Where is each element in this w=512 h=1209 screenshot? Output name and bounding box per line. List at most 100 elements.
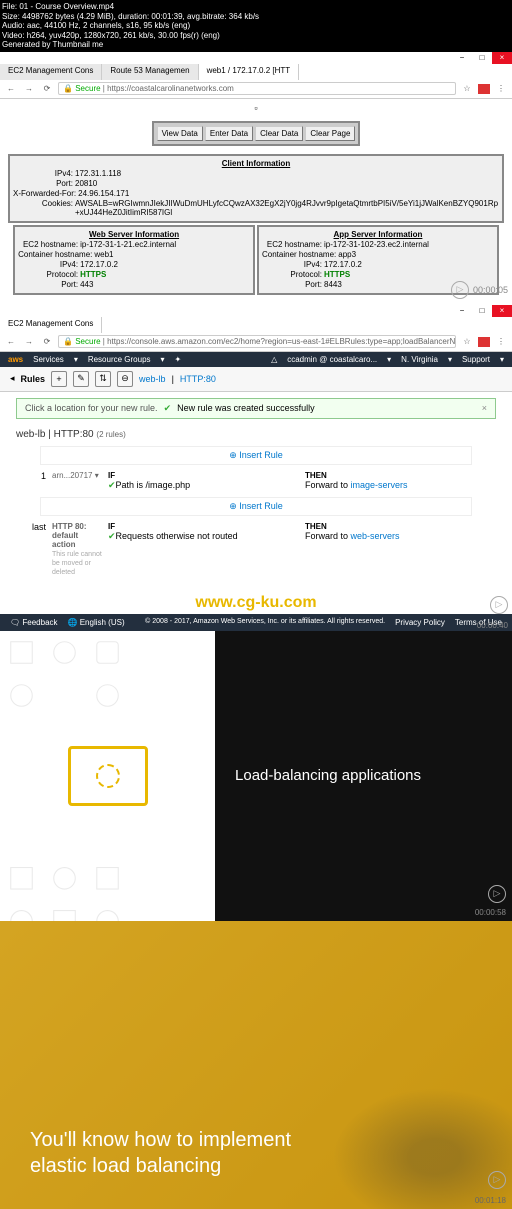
ec2-host-label: EC2 hostname:: [18, 240, 78, 249]
aws-navbar: aws Services ▾ Resource Groups ▾ ✦ △ ccadm…: [0, 352, 512, 367]
reorder-button[interactable]: ⇅: [95, 371, 111, 387]
protocol-value: HTTPS: [324, 270, 350, 279]
star-icon[interactable]: ☆: [460, 335, 474, 349]
laptop-graphic: [256, 1036, 512, 1209]
ipv4-label: IPv4:: [262, 260, 322, 269]
view-data-button[interactable]: View Data: [157, 126, 203, 141]
forward-icon[interactable]: →: [22, 82, 36, 96]
pin-icon[interactable]: ✦: [175, 355, 182, 364]
tab-web1[interactable]: web1 / 172.17.0.2 [HTT: [199, 64, 300, 80]
browser-window-1: − □ × EC2 Management Cons Route 53 Manag…: [0, 52, 512, 99]
tab-route53[interactable]: Route 53 Managemen: [102, 64, 198, 80]
minimize-button[interactable]: −: [452, 52, 472, 64]
enter-data-button[interactable]: Enter Data: [205, 126, 253, 141]
ipv4-value: 172.17.0.2: [80, 260, 118, 269]
rule-count: (2 rules): [96, 430, 125, 439]
edit-rule-button[interactable]: ✎: [73, 371, 89, 387]
rule-default-label: HTTP 80: default actionThis rule cannot …: [52, 522, 102, 576]
maximize-button[interactable]: □: [472, 305, 492, 317]
extension-icon[interactable]: [478, 84, 490, 94]
slide-load-balancing: Load-balancing applications ▷ 00:00:58: [0, 631, 512, 921]
slide-elastic-lb: You'll know how to implement elastic loa…: [0, 921, 512, 1209]
notice-text: New rule was created successfully: [177, 403, 315, 413]
play-overlay-icon[interactable]: ▷: [490, 596, 508, 614]
xf-value: 24.96.154.171: [78, 189, 129, 198]
rule-number: 1: [16, 471, 46, 491]
button-toolbar: View Data Enter Data Clear Data Clear Pa…: [152, 121, 361, 146]
back-button[interactable]: ◂: [10, 373, 15, 384]
port-value: 20810: [75, 179, 97, 188]
tab-ec2[interactable]: EC2 Management Cons: [0, 64, 102, 80]
then-label: THEN: [305, 522, 496, 531]
maximize-button[interactable]: □: [472, 52, 492, 64]
play-overlay-icon[interactable]: ▷: [488, 1171, 506, 1189]
forward-label: Forward to: [305, 531, 351, 541]
browser-window-2: − □ × EC2 Management Cons ← → ⟳ 🔒 Secure…: [0, 305, 512, 352]
forward-icon[interactable]: →: [22, 335, 36, 349]
rules-toolbar: ◂ Rules + ✎ ⇅ ⊖ web-lb | HTTP:80: [0, 367, 512, 392]
support-menu[interactable]: Support: [462, 355, 490, 364]
watermark: www.cg-ku.com: [0, 592, 512, 614]
back-icon[interactable]: ←: [4, 82, 18, 96]
region-menu[interactable]: N. Virginia: [401, 355, 438, 364]
cookies-value: AWSALB=wRGIwmnJIekJIIWuDmUHLyfcCQwzAX32E…: [75, 199, 499, 217]
feedback-link[interactable]: 🗨 Feedback: [10, 618, 58, 627]
add-rule-button[interactable]: +: [51, 371, 67, 387]
chevron-down-icon: ▾: [161, 355, 165, 364]
check-icon: ✔: [164, 403, 172, 414]
rule-arn: arn...20717 ▾: [52, 471, 102, 491]
tab-ec2[interactable]: EC2 Management Cons: [0, 317, 102, 333]
protocol-label: Protocol:: [18, 270, 78, 279]
insert-rule-button[interactable]: ⊕ Insert Rule: [40, 446, 472, 465]
secure-label: Secure: [75, 337, 100, 346]
address-bar[interactable]: 🔒 Secure | https://coastalcarolinanetwor…: [58, 82, 456, 95]
check-icon: ✔: [108, 480, 116, 490]
lb-name-link[interactable]: web-lb: [139, 374, 166, 384]
delete-button[interactable]: ⊖: [117, 371, 133, 387]
forward-label: Forward to: [305, 480, 351, 490]
resource-groups-menu[interactable]: Resource Groups: [88, 355, 151, 364]
language-link[interactable]: 🌐 English (US): [68, 618, 125, 627]
aws-footer: 🗨 Feedback 🌐 English (US) © 2008 - 2017,…: [0, 614, 512, 631]
play-overlay-icon[interactable]: ▷: [451, 281, 469, 299]
protocol-value: HTTPS: [80, 270, 106, 279]
monitor-icon: [68, 746, 148, 806]
user-menu[interactable]: ccadmin @ coastalcaro...: [287, 355, 377, 364]
close-button[interactable]: ×: [492, 52, 512, 64]
back-icon[interactable]: ←: [4, 335, 18, 349]
listener-name: web-lb | HTTP:80: [16, 429, 94, 440]
reload-icon[interactable]: ⟳: [40, 335, 54, 349]
play-overlay-icon[interactable]: ▷: [488, 885, 506, 903]
clear-data-button[interactable]: Clear Data: [255, 126, 303, 141]
lock-icon: 🔒: [63, 84, 73, 93]
meta-file: File: 01 - Course Overview.mp4: [2, 2, 510, 12]
extension-icon[interactable]: [478, 337, 490, 347]
if-label: IF: [108, 522, 299, 531]
aws-logo[interactable]: aws: [8, 355, 23, 364]
clear-page-button[interactable]: Clear Page: [305, 126, 355, 141]
minimize-button[interactable]: −: [452, 305, 472, 317]
menu-icon[interactable]: ⋮: [494, 335, 508, 349]
services-menu[interactable]: Services: [33, 355, 64, 364]
close-button[interactable]: ×: [492, 305, 512, 317]
cookies-label: Cookies:: [13, 199, 73, 217]
slide-title: Load-balancing applications: [235, 767, 421, 784]
address-bar[interactable]: 🔒 Secure | https://console.aws.amazon.co…: [58, 335, 456, 348]
reload-icon[interactable]: ⟳: [40, 82, 54, 96]
menu-icon[interactable]: ⋮: [494, 82, 508, 96]
privacy-link[interactable]: Privacy Policy: [395, 618, 445, 627]
chevron-down-icon: ▾: [500, 355, 504, 364]
star-icon[interactable]: ☆: [460, 82, 474, 96]
ec2-host-value: ip-172-31-102-23.ec2.internal: [324, 240, 429, 249]
listener-link[interactable]: HTTP:80: [180, 374, 216, 384]
copyright: © 2008 - 2017, Amazon Web Services, Inc.…: [145, 618, 385, 627]
then-label: THEN: [305, 471, 496, 480]
port-value: 8443: [324, 280, 342, 289]
target-group-link[interactable]: image-servers: [351, 480, 408, 490]
insert-rule-button[interactable]: ⊕ Insert Rule: [40, 497, 472, 516]
bell-icon[interactable]: △: [271, 355, 277, 364]
timestamp: 00:00:05: [473, 285, 508, 295]
target-group-link[interactable]: web-servers: [351, 531, 400, 541]
container-label: Container hostname:: [262, 250, 336, 259]
close-icon[interactable]: ×: [482, 403, 487, 413]
